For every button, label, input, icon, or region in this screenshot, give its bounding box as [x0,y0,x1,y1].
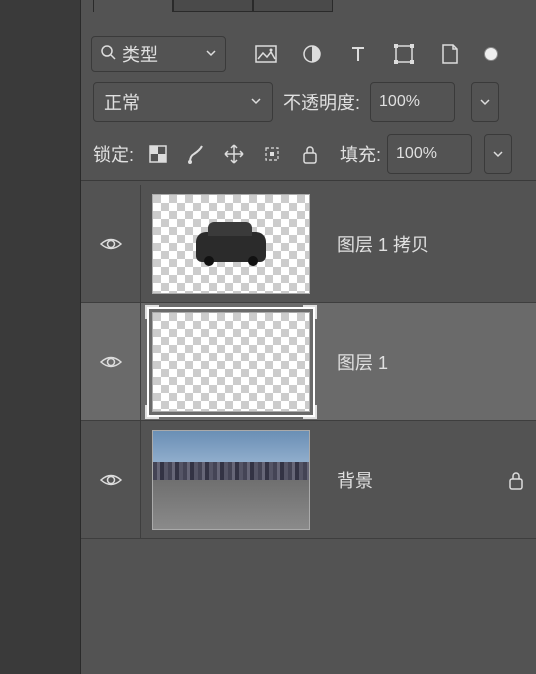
layers-list: 图层 1 拷贝 图层 1 背景 [81,185,536,539]
blend-row: 正常 不透明度: 100% [81,76,536,128]
layer-row[interactable]: 图层 1 拷贝 [81,185,536,303]
visibility-toggle[interactable] [81,185,141,302]
layer-thumbnail[interactable] [141,185,321,302]
layer-thumbnail[interactable] [141,421,321,538]
eye-icon [99,350,123,374]
tab-layers[interactable] [93,0,173,12]
opacity-label: 不透明度: [283,89,360,115]
fill-input[interactable]: 100% [387,134,472,174]
filter-type-label: 类型 [122,41,158,67]
layers-panel: 类型 正常 [80,0,536,674]
fill-value: 100% [396,145,437,163]
layer-row[interactable]: 背景 [81,421,536,539]
lock-artboard-icon[interactable] [260,142,284,166]
lock-paint-icon[interactable] [184,142,208,166]
layer-name[interactable]: 图层 1 [337,349,536,375]
fill-label: 填充: [340,141,381,167]
lock-all-icon[interactable] [298,142,322,166]
chevron-down-icon [205,47,217,62]
visibility-toggle[interactable] [81,421,141,538]
filter-adjustment-icon[interactable] [300,42,324,66]
lock-icons [146,142,322,166]
lock-position-icon[interactable] [222,142,246,166]
tab-paths[interactable] [253,0,333,12]
fill-dropdown[interactable] [484,134,512,174]
chevron-down-icon [250,95,262,110]
lock-label: 锁定: [93,141,134,167]
blend-mode-select[interactable]: 正常 [93,82,273,122]
filter-row: 类型 [81,32,536,76]
layer-lock-icon[interactable] [496,470,536,490]
lock-transparency-icon[interactable] [146,142,170,166]
search-icon [100,44,116,65]
filter-text-icon[interactable] [346,42,370,66]
filter-shape-icon[interactable] [392,42,416,66]
filter-smartobject-icon[interactable] [438,42,462,66]
separator [81,180,536,181]
tab-channels[interactable] [173,0,253,12]
opacity-dropdown[interactable] [471,82,499,122]
eye-icon [99,468,123,492]
eye-icon [99,232,123,256]
opacity-input[interactable]: 100% [370,82,455,122]
layer-name[interactable]: 图层 1 拷贝 [337,231,536,257]
layer-row[interactable]: 图层 1 [81,303,536,421]
filter-icons [254,42,498,66]
filter-image-icon[interactable] [254,42,278,66]
lock-row: 锁定: 填充: 100% [81,128,536,180]
visibility-toggle[interactable] [81,303,141,420]
panel-tabs [93,0,536,12]
layer-name[interactable]: 背景 [337,467,496,493]
blend-mode-value: 正常 [104,89,140,115]
opacity-value: 100% [379,93,420,111]
layer-thumbnail[interactable] [141,303,321,420]
window-edge [0,0,25,674]
filter-toggle[interactable] [484,47,498,61]
filter-type-select[interactable]: 类型 [91,36,226,72]
